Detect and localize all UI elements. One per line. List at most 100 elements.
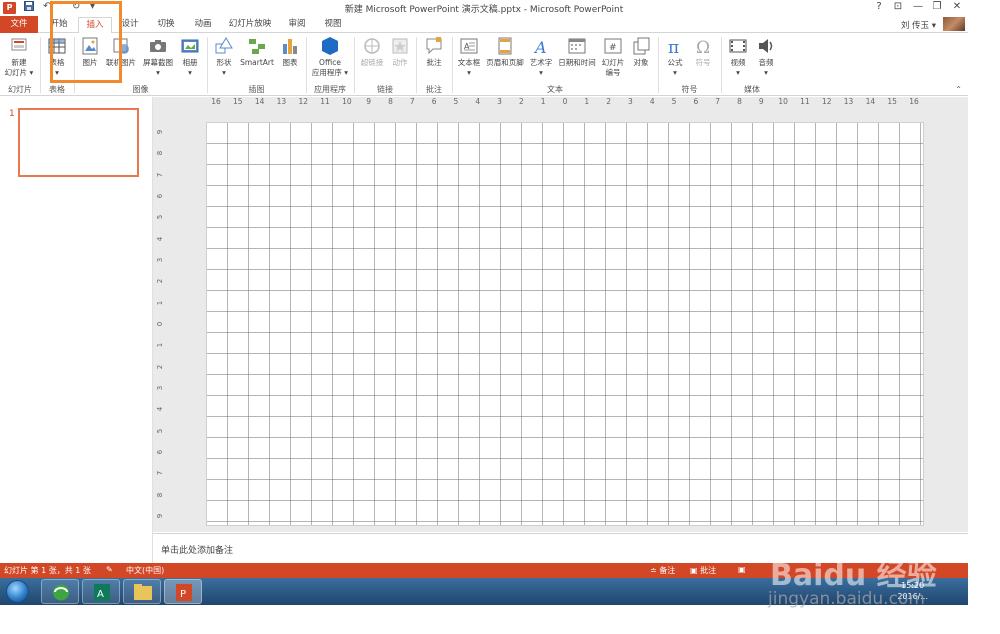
notes-placeholder: 单击此处添加备注 bbox=[161, 546, 234, 556]
ruler-tick-label: 12 bbox=[821, 97, 832, 106]
action-button[interactable]: 动作 bbox=[388, 36, 412, 68]
ruler-tick-label: 15 bbox=[887, 97, 897, 106]
slide-thumbnail[interactable] bbox=[18, 108, 139, 177]
slide-canvas[interactable] bbox=[206, 122, 924, 526]
start-button[interactable] bbox=[6, 580, 29, 603]
tab-review[interactable]: 审阅 bbox=[282, 17, 312, 33]
header-footer-icon bbox=[498, 37, 512, 55]
comment-button[interactable]: 批注 bbox=[420, 36, 448, 68]
user-name[interactable]: 刘 传玉 ▾ bbox=[901, 19, 936, 31]
header-footer-button[interactable]: 页眉和页脚 bbox=[484, 36, 526, 68]
group-label-illustrations: 插图 bbox=[248, 85, 265, 94]
ruler-tick-label: 0 bbox=[562, 97, 568, 106]
symbol-label: 符号 bbox=[695, 58, 711, 67]
ruler-tick-label: 9 bbox=[156, 513, 165, 519]
office-apps-label: Office 应用程序 ▾ bbox=[311, 58, 349, 77]
minimize-icon[interactable]: — bbox=[911, 1, 925, 12]
svg-text:P: P bbox=[180, 589, 186, 600]
ruler-tick-label: 4 bbox=[649, 97, 655, 106]
video-button[interactable]: 视频 ▾ bbox=[725, 36, 751, 78]
ruler-tick-label: 11 bbox=[800, 97, 810, 106]
tab-transitions[interactable]: 切换 bbox=[150, 17, 182, 33]
ruler-tick-label: 6 bbox=[156, 193, 165, 199]
tab-slideshow[interactable]: 幻灯片放映 bbox=[224, 17, 276, 33]
title-bar: P ↶ ↻ ▾ 新建 Microsoft PowerPoint 演示文稿.ppt… bbox=[0, 0, 968, 16]
textbox-icon: A bbox=[460, 38, 478, 54]
slide-number-button[interactable]: # 幻灯片 编号 bbox=[600, 36, 626, 78]
hyperlink-label: 超链接 bbox=[360, 58, 384, 67]
notes-toggle-button[interactable]: ≐ 备注 bbox=[650, 565, 675, 576]
ruler-tick-label: 12 bbox=[298, 97, 309, 106]
audio-label: 音频 ▾ bbox=[758, 58, 774, 77]
status-bar: 幻灯片 第 1 张，共 1 张 ✎ 中文(中国) ≐ 备注 ▣ 批注 ▣ bbox=[0, 563, 968, 578]
close-icon[interactable]: ✕ bbox=[950, 1, 964, 12]
window-title: 新建 Microsoft PowerPoint 演示文稿.pptx - Micr… bbox=[344, 5, 624, 15]
screenshot-label: 屏幕截图 ▾ bbox=[143, 58, 173, 77]
photo-album-button[interactable]: 相册 ▾ bbox=[177, 36, 203, 78]
spellcheck-icon[interactable]: ✎ bbox=[106, 565, 113, 574]
tab-animations[interactable]: 动画 bbox=[187, 17, 219, 33]
shapes-button[interactable]: 形状 ▾ bbox=[211, 36, 237, 78]
symbol-button[interactable]: Ω 符号 bbox=[690, 36, 716, 68]
normal-view-icon[interactable]: ▣ bbox=[738, 565, 746, 574]
ruler-tick-label: 8 bbox=[156, 151, 165, 156]
ruler-tick-label: 10 bbox=[342, 97, 352, 106]
taskbar-powerpoint[interactable]: P bbox=[164, 579, 202, 604]
ruler-tick-label: 5 bbox=[156, 215, 165, 220]
new-slide-button[interactable]: 新建 幻灯片 ▾ bbox=[2, 36, 36, 78]
group-label-comments: 批注 bbox=[426, 85, 442, 94]
group-label-text: 文本 bbox=[547, 85, 563, 94]
avatar[interactable] bbox=[943, 17, 965, 31]
equation-label: 公式 ▾ bbox=[667, 58, 683, 77]
action-icon bbox=[392, 38, 408, 54]
collapse-ribbon-icon[interactable]: ⌃ bbox=[955, 85, 962, 94]
ruler-tick-label: 7 bbox=[156, 471, 165, 476]
svg-text:Ω: Ω bbox=[696, 38, 710, 56]
wordart-label: 艺术字 ▾ bbox=[529, 58, 553, 77]
date-time-label: 日期和时间 bbox=[558, 58, 596, 67]
wordart-button[interactable]: A 艺术字 ▾ bbox=[527, 36, 555, 78]
screenshot-button[interactable]: 屏幕截图 ▾ bbox=[140, 36, 176, 78]
svg-text:π: π bbox=[668, 38, 679, 56]
new-slide-label: 新建 幻灯片 ▾ bbox=[4, 58, 34, 77]
shapes-icon bbox=[215, 37, 233, 54]
hyperlink-button[interactable]: 超链接 bbox=[358, 36, 386, 68]
ruler-tick-label: 9 bbox=[758, 97, 764, 106]
comment-icon bbox=[426, 37, 442, 55]
language-status[interactable]: 中文(中国) bbox=[126, 565, 164, 576]
ruler-tick-label: 8 bbox=[737, 97, 742, 106]
taskbar-clock[interactable]: 15:20 2016/... bbox=[897, 580, 928, 602]
chart-button[interactable]: 图表 bbox=[278, 36, 302, 68]
help-icon[interactable]: ? bbox=[872, 1, 886, 12]
audio-button[interactable]: 音频 ▾ bbox=[753, 36, 779, 78]
smartart-button[interactable]: SmartArt bbox=[238, 36, 276, 68]
ribbon-tabs: 文件 开始 插入 设计 切换 动画 幻灯片放映 审阅 视图 刘 传玉 ▾ bbox=[0, 16, 968, 34]
ruler-tick-label: 16 bbox=[211, 97, 221, 106]
action-label: 动作 bbox=[392, 58, 408, 67]
tab-file[interactable]: 文件 bbox=[0, 16, 38, 33]
ribbon-display-options-icon[interactable]: ⊡ bbox=[891, 1, 905, 12]
office-apps-button[interactable]: Office 应用程序 ▾ bbox=[309, 36, 351, 78]
object-label: 对象 bbox=[633, 58, 649, 67]
ruler-tick-label: 2 bbox=[606, 97, 612, 106]
textbox-button[interactable]: A 文本框 ▾ bbox=[455, 36, 483, 78]
equation-button[interactable]: π 公式 ▾ bbox=[662, 36, 688, 78]
ruler-tick-label: 1 bbox=[156, 343, 165, 348]
taskbar-browser[interactable] bbox=[41, 579, 79, 604]
shapes-label: 形状 ▾ bbox=[216, 58, 232, 77]
ruler-tick-label: 6 bbox=[431, 97, 437, 106]
windows-taskbar: A P 15:20 2016/... bbox=[0, 578, 968, 605]
restore-icon[interactable]: ❐ bbox=[930, 1, 944, 12]
date-time-button[interactable]: 日期和时间 bbox=[556, 36, 598, 68]
notes-pane[interactable]: 单击此处添加备注 bbox=[153, 533, 968, 562]
comments-toggle-button[interactable]: ▣ 批注 bbox=[690, 565, 716, 576]
taskbar-explorer[interactable] bbox=[123, 579, 161, 604]
taskbar-publisher[interactable]: A bbox=[82, 579, 120, 604]
tab-view[interactable]: 视图 bbox=[318, 17, 348, 33]
svg-text:A: A bbox=[533, 38, 547, 56]
ruler-tick-label: 8 bbox=[388, 97, 393, 106]
object-icon bbox=[633, 37, 650, 55]
ruler-tick-label: 9 bbox=[156, 129, 165, 135]
object-button[interactable]: 对象 bbox=[628, 36, 654, 68]
ruler-tick-label: 15 bbox=[233, 97, 243, 106]
